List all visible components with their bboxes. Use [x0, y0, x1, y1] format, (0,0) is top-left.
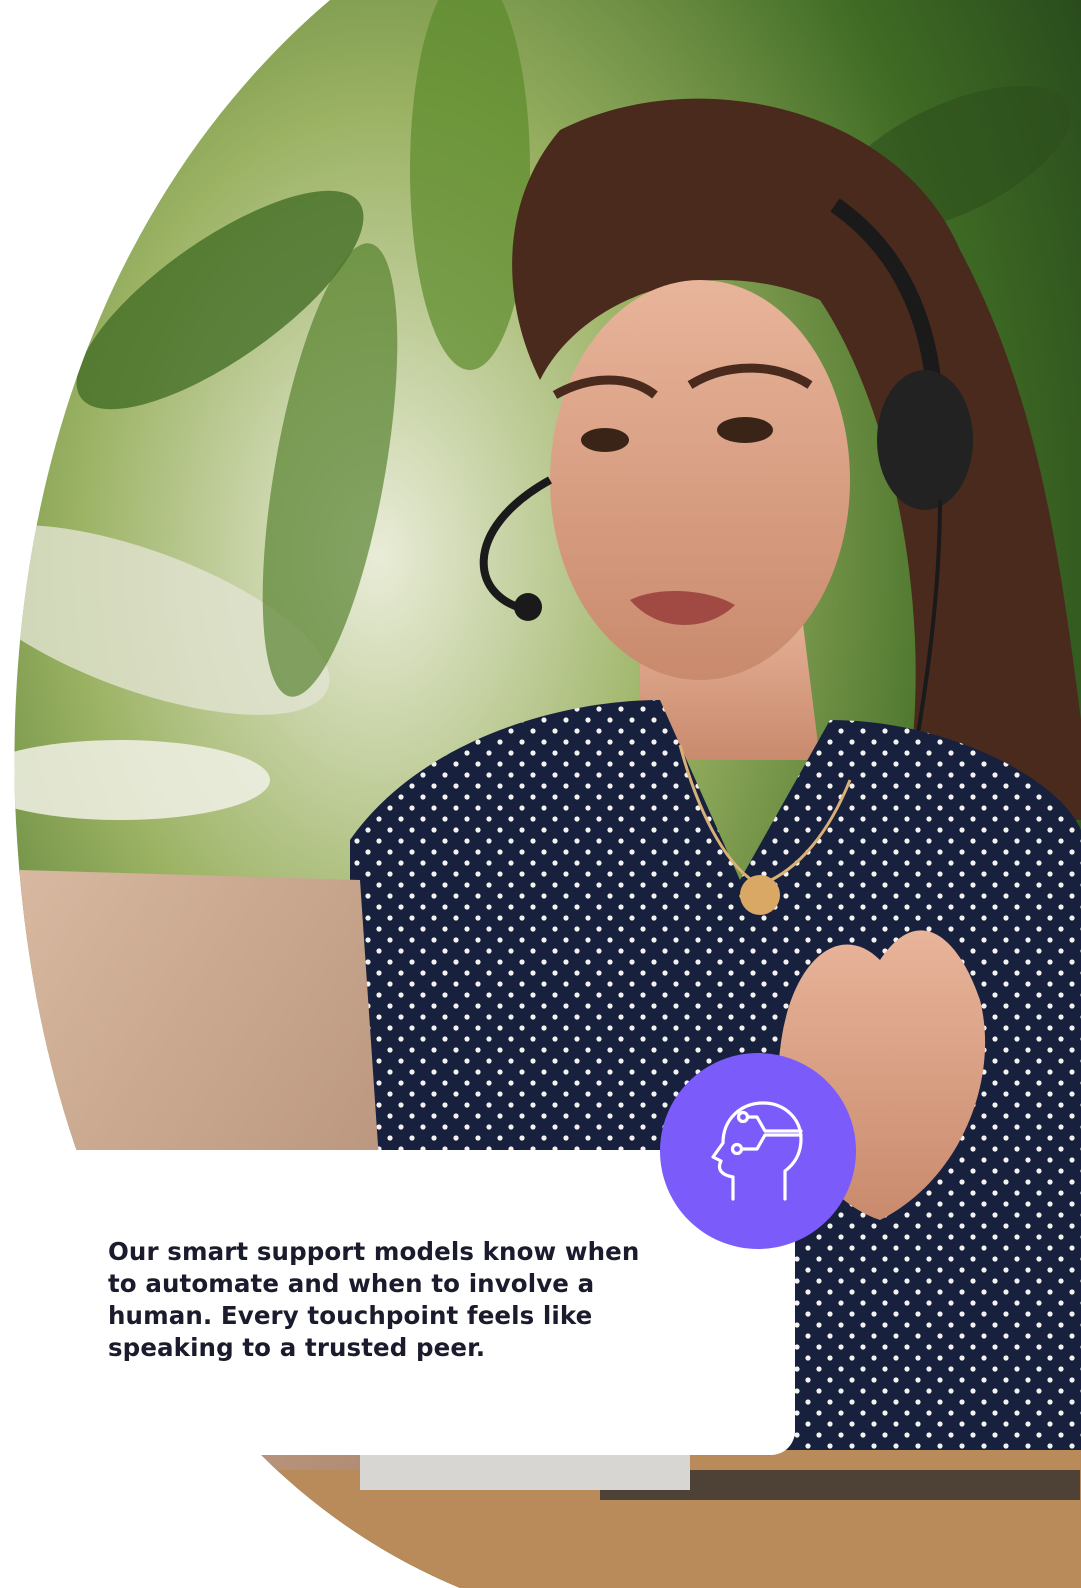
ai-badge — [660, 1053, 856, 1249]
page: Our smart support models know when to au… — [0, 0, 1081, 1588]
ai-head-icon — [711, 1101, 803, 1201]
caption-text: Our smart support models know when to au… — [108, 1237, 640, 1362]
